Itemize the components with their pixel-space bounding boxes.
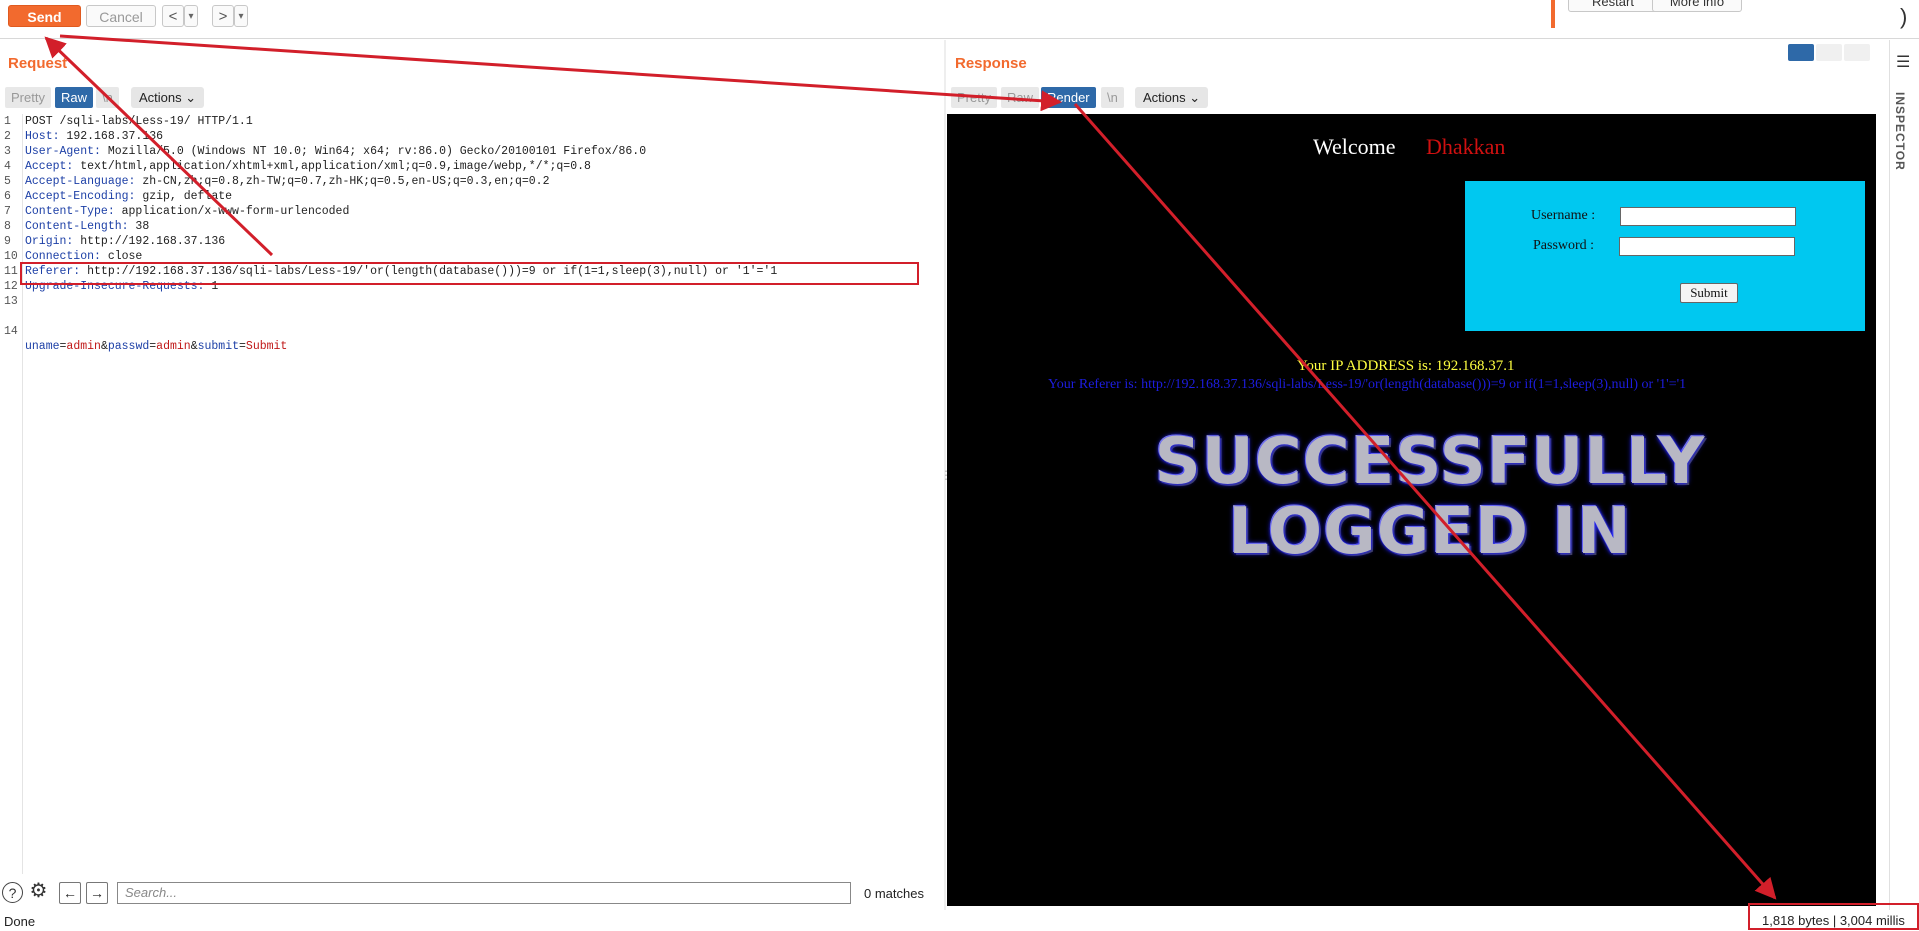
status-highlight-box bbox=[1748, 903, 1919, 930]
body-params: uname=admin&passwd=admin&submit=Submit bbox=[25, 340, 288, 353]
gear-icon[interactable]: ⚙ bbox=[28, 881, 49, 903]
welcome-text: Welcome bbox=[1313, 134, 1396, 159]
line-number: 4 bbox=[4, 160, 11, 173]
forward-button[interactable]: > bbox=[212, 5, 234, 27]
search-input[interactable]: Search... bbox=[117, 882, 851, 904]
inspector-tab[interactable]: INSPECTOR bbox=[1893, 92, 1907, 171]
request-title: Request bbox=[8, 55, 68, 72]
previous-match-icon[interactable]: ← bbox=[59, 882, 81, 904]
password-label: Password : bbox=[1533, 238, 1595, 253]
line-number: 3 bbox=[4, 145, 11, 158]
restart-button[interactable]: Restart bbox=[1568, 0, 1658, 12]
line-number: 10 bbox=[4, 250, 18, 263]
line-number: 11 bbox=[4, 265, 18, 278]
line-content: POST /sqli-labs/Less-19/ HTTP/1.1 bbox=[25, 115, 253, 128]
login-form: Username : Password : Submit bbox=[1465, 181, 1865, 331]
search-bar: ? ⚙ ← → Search... 0 matches bbox=[0, 880, 944, 906]
line-content: User-Agent: Mozilla/5.0 (Windows NT 10.0… bbox=[25, 145, 647, 158]
submit-button[interactable]: Submit bbox=[1680, 283, 1738, 303]
layout-toggle-group bbox=[1788, 44, 1872, 61]
referer-text: Your Referer is: http://192.168.37.136/s… bbox=[1048, 377, 1687, 392]
request-actions-button[interactable]: Actions ⌄ bbox=[131, 87, 205, 108]
cancel-button[interactable]: Cancel bbox=[86, 5, 156, 27]
referer-highlight-box bbox=[20, 262, 919, 285]
more-info-button[interactable]: More info bbox=[1652, 0, 1742, 12]
username-field[interactable] bbox=[1620, 207, 1796, 226]
next-match-icon[interactable]: → bbox=[86, 882, 108, 904]
send-button[interactable]: Send bbox=[8, 5, 81, 27]
help-icon[interactable]: ? bbox=[2, 882, 23, 903]
tab-raw-request[interactable]: Raw bbox=[55, 87, 94, 108]
tab-newline-request[interactable]: \n bbox=[96, 87, 119, 108]
response-title: Response bbox=[955, 55, 1027, 72]
status-text: Done bbox=[4, 914, 36, 929]
back-button[interactable]: < bbox=[162, 5, 184, 27]
line-number: 2 bbox=[4, 130, 11, 143]
top-toolbar: Send Cancel < ▾ > ▾ Restart More info ) bbox=[0, 0, 1919, 39]
forward-history-dropdown[interactable]: ▾ bbox=[234, 5, 248, 27]
line-content: Accept-Language: zh-CN,zh;q=0.8,zh-TW;q=… bbox=[25, 175, 550, 188]
line-content: Content-Length: 38 bbox=[25, 220, 150, 233]
arrow-to-render bbox=[59, 34, 1063, 112]
line-content: Origin: http://192.168.37.136 bbox=[25, 235, 226, 248]
line-number: 9 bbox=[4, 235, 11, 248]
actions-label: Actions bbox=[139, 90, 182, 105]
accent-divider bbox=[1551, 0, 1555, 28]
request-body-line: 14 uname=admin&passwd=admin&submit=Submi… bbox=[0, 309, 287, 353]
tab-pretty-response[interactable]: Pretty bbox=[951, 87, 997, 108]
line-number: 12 bbox=[4, 280, 18, 293]
collapse-chevron-icon[interactable]: ) bbox=[1900, 4, 1907, 30]
username-label: Username : bbox=[1531, 208, 1596, 223]
tab-render-response[interactable]: Render bbox=[1041, 87, 1096, 108]
line-number: 5 bbox=[4, 175, 11, 188]
tab-raw-response[interactable]: Raw bbox=[1001, 87, 1040, 108]
back-history-dropdown[interactable]: ▾ bbox=[184, 5, 198, 27]
request-editor[interactable]: 1 POST /sqli-labs/Less-19/ HTTP/1.1 2 Host:… bbox=[0, 114, 940, 874]
menu-icon[interactable]: ☰ bbox=[1896, 52, 1910, 72]
line-content: Accept: text/html,application/xhtml+xml,… bbox=[25, 160, 591, 173]
split-vertical-layout-icon[interactable] bbox=[1816, 44, 1842, 61]
line-content: Content-Type: application/x-www-form-url… bbox=[25, 205, 350, 218]
line-number: 6 bbox=[4, 190, 11, 203]
line-number: 7 bbox=[4, 205, 11, 218]
match-count: 0 matches bbox=[864, 886, 924, 901]
welcome-name: Dhakkan bbox=[1426, 134, 1506, 159]
chevron-down-icon: ⌄ bbox=[1189, 90, 1201, 105]
line-content: Accept-Encoding: gzip, deflate bbox=[25, 190, 233, 203]
line-number: 14 bbox=[4, 325, 18, 338]
line-number: 1 bbox=[4, 115, 11, 128]
line-content: Host: 192.168.37.136 bbox=[25, 130, 164, 143]
password-field[interactable] bbox=[1619, 237, 1795, 256]
success-banner-line2: LOGGED IN bbox=[1228, 495, 1632, 569]
split-horizontal-layout-icon[interactable] bbox=[1788, 44, 1814, 61]
line-number: 8 bbox=[4, 220, 11, 233]
tab-pretty-request[interactable]: Pretty bbox=[5, 87, 51, 108]
actions-label: Actions bbox=[1143, 90, 1186, 105]
tabbed-layout-icon[interactable] bbox=[1844, 44, 1870, 61]
line-number: 13 bbox=[4, 295, 18, 308]
success-banner-line1: SUCCESSFULLY bbox=[1154, 425, 1706, 499]
response-actions-button[interactable]: Actions ⌄ bbox=[1135, 87, 1209, 108]
ip-address-text: Your IP ADDRESS is: 192.168.37.1 bbox=[1297, 358, 1515, 374]
chevron-down-icon: ⌄ bbox=[185, 90, 197, 105]
tab-newline-response[interactable]: \n bbox=[1101, 87, 1124, 108]
